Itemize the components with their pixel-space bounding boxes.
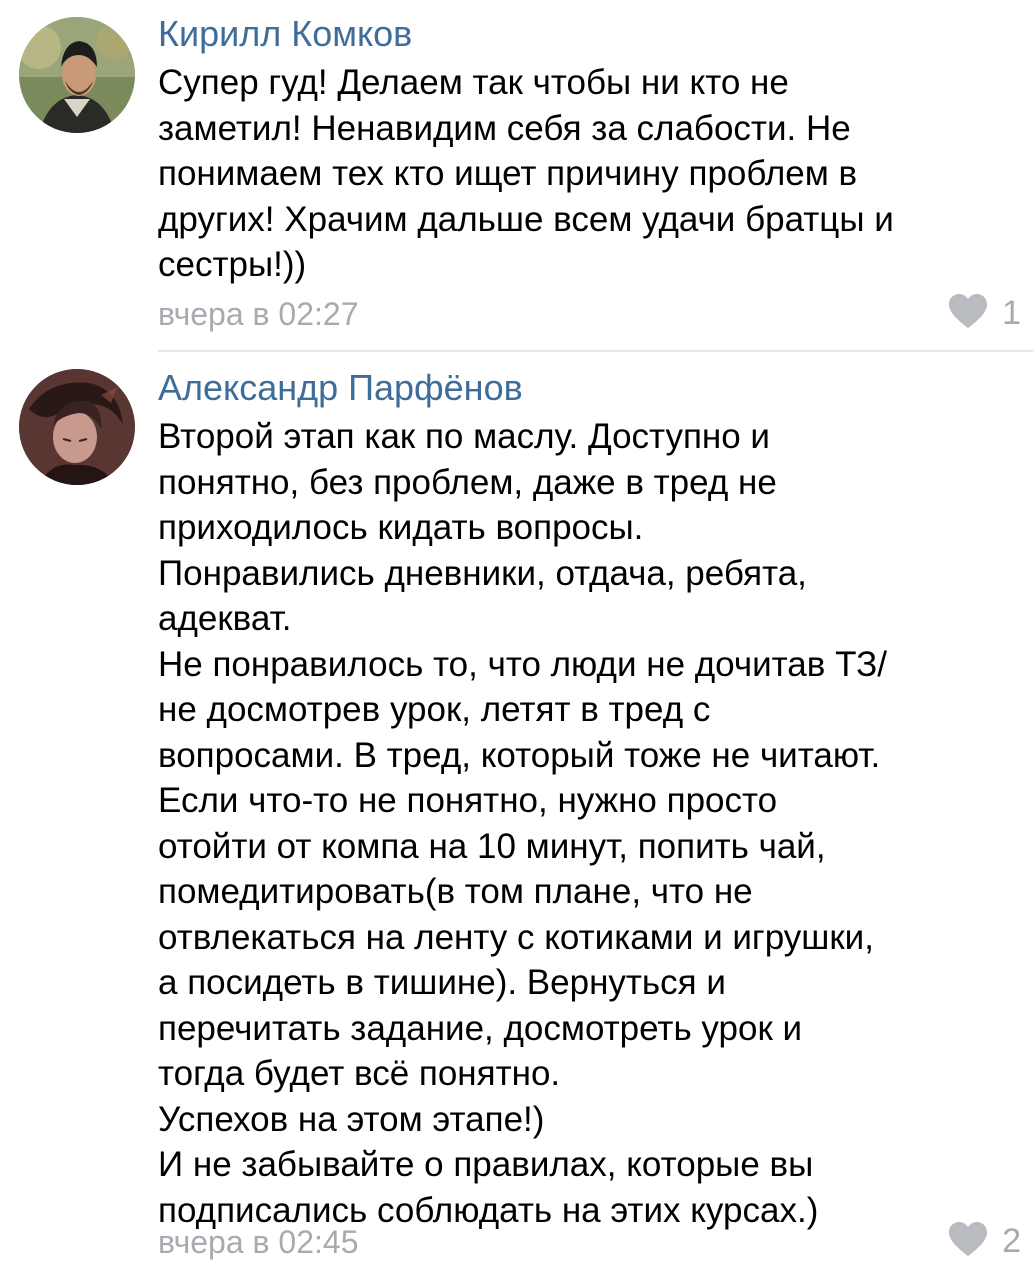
comment-text-line: других! Храчим дальше всем удачи братцы … xyxy=(158,199,894,239)
like-button[interactable]: 1 xyxy=(948,293,1021,333)
comment-text: Супер гуд! Делаем так чтобы ни кто не за… xyxy=(158,60,1018,288)
comment-text-line: Понравились дневники, отдача, ребята, xyxy=(158,553,807,593)
comment: Кирилл Комков Супер гуд! Делаем так чтоб… xyxy=(0,0,1033,352)
comment-text-line: Успехов на этом этапе!) xyxy=(158,1099,545,1139)
comment-text-line: не досмотрев урок, летят в тред с xyxy=(158,690,711,729)
comment-text-line: заметил! Ненавидим себя за слабости. Не xyxy=(158,108,851,148)
heart-icon xyxy=(948,293,988,334)
comment-text-line: вопросами. В тред, который тоже не читаю… xyxy=(158,735,881,775)
avatar[interactable] xyxy=(19,17,135,133)
comment-text-line: сестры!)) xyxy=(158,245,307,284)
comment-timestamp: вчера в 02:27 xyxy=(158,296,359,332)
comment-text-line: И не забывайте о правилах, которые вы xyxy=(158,1145,814,1184)
comment-text-line: тогда будет всё понятно. xyxy=(158,1054,561,1093)
comment: Александр Парфёнов Второй этап как по ма… xyxy=(0,352,1033,1280)
comment-timestamp: вчера в 02:45 xyxy=(158,1224,359,1260)
comment-text-line: Второй этап как по маслу. Доступно и xyxy=(158,417,770,456)
comment-text-line: приходилось кидать вопросы. xyxy=(158,508,644,547)
comment-text-line: Не понравилось то, что люди не дочитав Т… xyxy=(158,644,887,684)
author-name[interactable]: Кирилл Комков xyxy=(158,14,412,54)
comment-text-line: а посидеть в тишине). Вернуться и xyxy=(158,963,726,1002)
author-name[interactable]: Александр Парфёнов xyxy=(158,368,523,408)
comment-text-line: Супер гуд! Делаем так чтобы ни кто не xyxy=(158,63,789,102)
comment-text-line: перечитать задание, досмотреть урок и xyxy=(158,1008,803,1048)
like-count: 1 xyxy=(1002,294,1021,332)
like-count: 2 xyxy=(1002,1222,1021,1260)
comment-text-line: отойти от компа на 10 минут, попить чай, xyxy=(158,826,826,866)
heart-icon xyxy=(948,1221,988,1262)
avatar-photo xyxy=(19,369,135,485)
comment-text-line: помедитировать(в том плане, что не xyxy=(158,872,753,911)
comment-text: Второй этап как по маслу. Доступно и пон… xyxy=(158,414,1018,1233)
comment-text-line: адекват. xyxy=(158,599,292,638)
comment-text-line: понятно, без проблем, даже в тред не xyxy=(158,462,777,502)
like-button[interactable]: 2 xyxy=(948,1221,1021,1261)
avatar-photo xyxy=(19,17,135,133)
avatar[interactable] xyxy=(19,369,135,485)
comment-text-line: отвлекаться на ленту с котиками и игрушк… xyxy=(158,917,874,957)
comment-text-line: понимаем тех кто ищет причину проблем в xyxy=(158,154,858,193)
comment-text-line: Если что-то не понятно, нужно просто xyxy=(158,781,778,820)
